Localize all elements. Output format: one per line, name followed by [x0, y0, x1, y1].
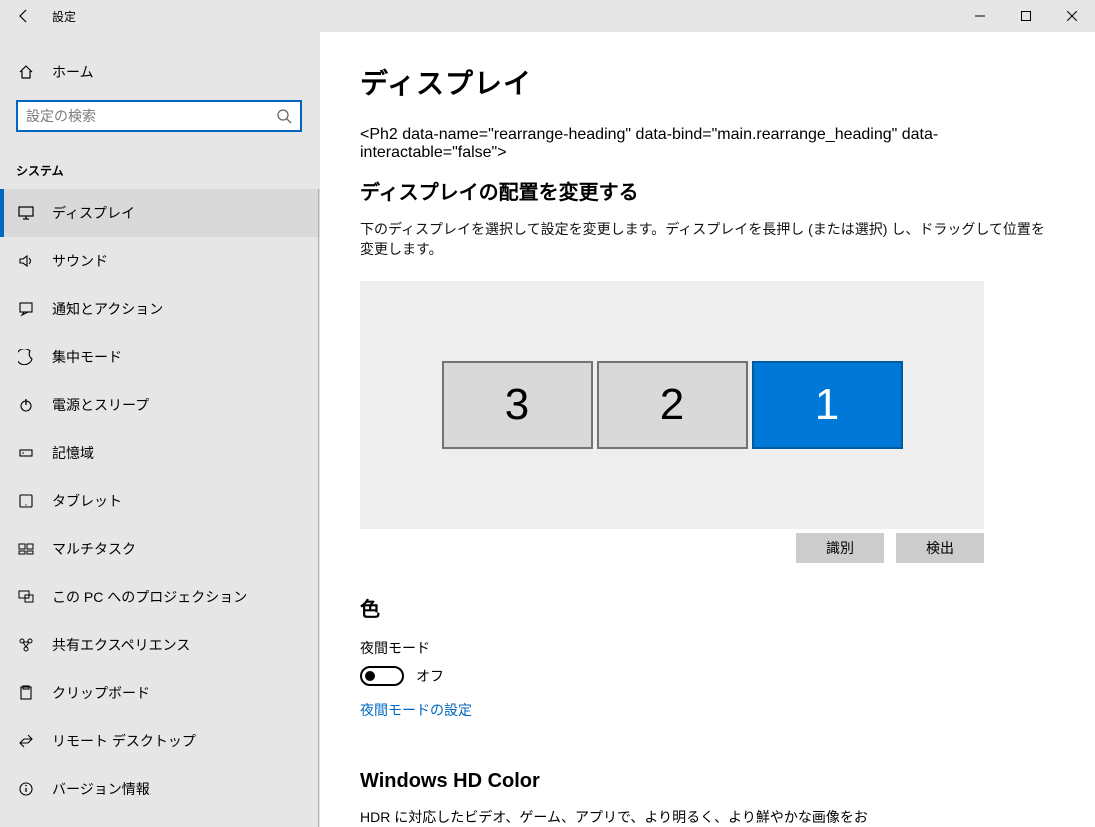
home-label: ホーム: [52, 62, 94, 82]
search-icon: [276, 108, 292, 124]
hdc-heading: Windows HD Color: [360, 770, 1055, 793]
sidebar-item-sound[interactable]: サウンド: [0, 237, 320, 285]
about-icon: [16, 781, 36, 797]
hdc-description: HDR に対応したビデオ、ゲーム、アプリで、より明るく、より鮮やかな画像をお楽し…: [360, 807, 880, 827]
sidebar-item-notifications[interactable]: 通知とアクション: [0, 285, 320, 333]
tablet-icon: [16, 493, 36, 509]
sidebar-item-display[interactable]: ディスプレイ: [0, 189, 320, 237]
display-icon: [16, 205, 36, 221]
storage-icon: [16, 445, 36, 461]
power-icon: [16, 397, 36, 413]
home-button[interactable]: ホーム: [0, 52, 320, 92]
sidebar-item-label: タブレット: [52, 491, 122, 511]
sidebar: ホーム システム ディスプレイ サウンド: [0, 32, 320, 827]
minimize-button[interactable]: [957, 0, 1003, 32]
nav-list: ディスプレイ サウンド 通知とアクション 集中モード 電源とスリープ: [0, 189, 320, 827]
sidebar-item-remote-desktop[interactable]: リモート デスクトップ: [0, 717, 320, 765]
night-light-toggle[interactable]: [360, 666, 404, 686]
sidebar-item-label: この PC へのプロジェクション: [52, 587, 247, 607]
rearrange-description: 下のディスプレイを選択して設定を変更します。ディスプレイを長押し (または選択)…: [360, 219, 1055, 259]
sidebar-item-power-sleep[interactable]: 電源とスリープ: [0, 381, 320, 429]
back-button[interactable]: [0, 0, 48, 32]
sidebar-item-clipboard[interactable]: クリップボード: [0, 669, 320, 717]
settings-window: 設定 ホーム: [0, 0, 1095, 827]
sidebar-item-storage[interactable]: 記憶域: [0, 429, 320, 477]
detect-button[interactable]: 検出: [896, 533, 984, 563]
search-field[interactable]: [26, 108, 276, 124]
sidebar-item-tablet[interactable]: タブレット: [0, 477, 320, 525]
sidebar-item-label: 電源とスリープ: [52, 395, 149, 415]
sidebar-item-label: 通知とアクション: [52, 299, 163, 319]
maximize-button[interactable]: [1003, 0, 1049, 32]
sidebar-item-label: 記憶域: [52, 443, 94, 463]
shared-experiences-icon: [16, 637, 36, 653]
monitor-3[interactable]: 3: [442, 361, 593, 449]
sidebar-item-label: ディスプレイ: [52, 203, 135, 223]
clipboard-icon: [16, 685, 36, 701]
night-light-state: オフ: [416, 666, 444, 686]
identify-button[interactable]: 識別: [796, 533, 884, 563]
remote-desktop-icon: [16, 733, 36, 749]
page-title: ディスプレイ: [360, 62, 1055, 102]
multitasking-icon: [16, 541, 36, 557]
sidebar-item-label: 集中モード: [52, 347, 122, 367]
notifications-icon: [16, 301, 36, 317]
display-arrangement-area[interactable]: 3 2 1: [360, 281, 984, 529]
sidebar-item-projecting[interactable]: この PC へのプロジェクション: [0, 573, 320, 621]
sidebar-item-label: クリップボード: [52, 683, 150, 703]
sidebar-item-multitasking[interactable]: マルチタスク: [0, 525, 320, 573]
sidebar-item-focus-assist[interactable]: 集中モード: [0, 333, 320, 381]
color-heading: 色: [360, 593, 1055, 622]
monitor-1[interactable]: 1: [752, 361, 903, 449]
night-light-settings-link[interactable]: 夜間モードの設定: [360, 700, 472, 720]
focus-assist-icon: [16, 349, 36, 365]
sidebar-item-label: バージョン情報: [52, 779, 150, 799]
monitor-2[interactable]: 2: [597, 361, 748, 449]
sidebar-item-label: サウンド: [52, 251, 108, 271]
content-area: ディスプレイ <Рh2 data-name="rearrange-heading…: [320, 32, 1095, 827]
close-button[interactable]: [1049, 0, 1095, 32]
home-icon: [16, 64, 36, 80]
section-label: システム: [0, 140, 320, 189]
sidebar-item-label: リモート デスクトップ: [52, 731, 196, 751]
sidebar-item-about[interactable]: バージョン情報: [0, 765, 320, 813]
titlebar: 設定: [0, 0, 1095, 32]
sidebar-item-shared-experiences[interactable]: 共有エクスペリエンス: [0, 621, 320, 669]
sidebar-item-label: マルチタスク: [52, 539, 136, 559]
projecting-icon: [16, 589, 36, 605]
rearrange-heading: ディスプレイの配置を変更する: [360, 176, 1055, 205]
search-input[interactable]: [16, 100, 302, 132]
window-title: 設定: [52, 8, 76, 25]
scrollbar[interactable]: [318, 189, 319, 827]
sidebar-item-label: 共有エクスペリエンス: [52, 635, 190, 655]
night-light-label: 夜間モード: [360, 638, 1055, 658]
sound-icon: [16, 253, 36, 269]
